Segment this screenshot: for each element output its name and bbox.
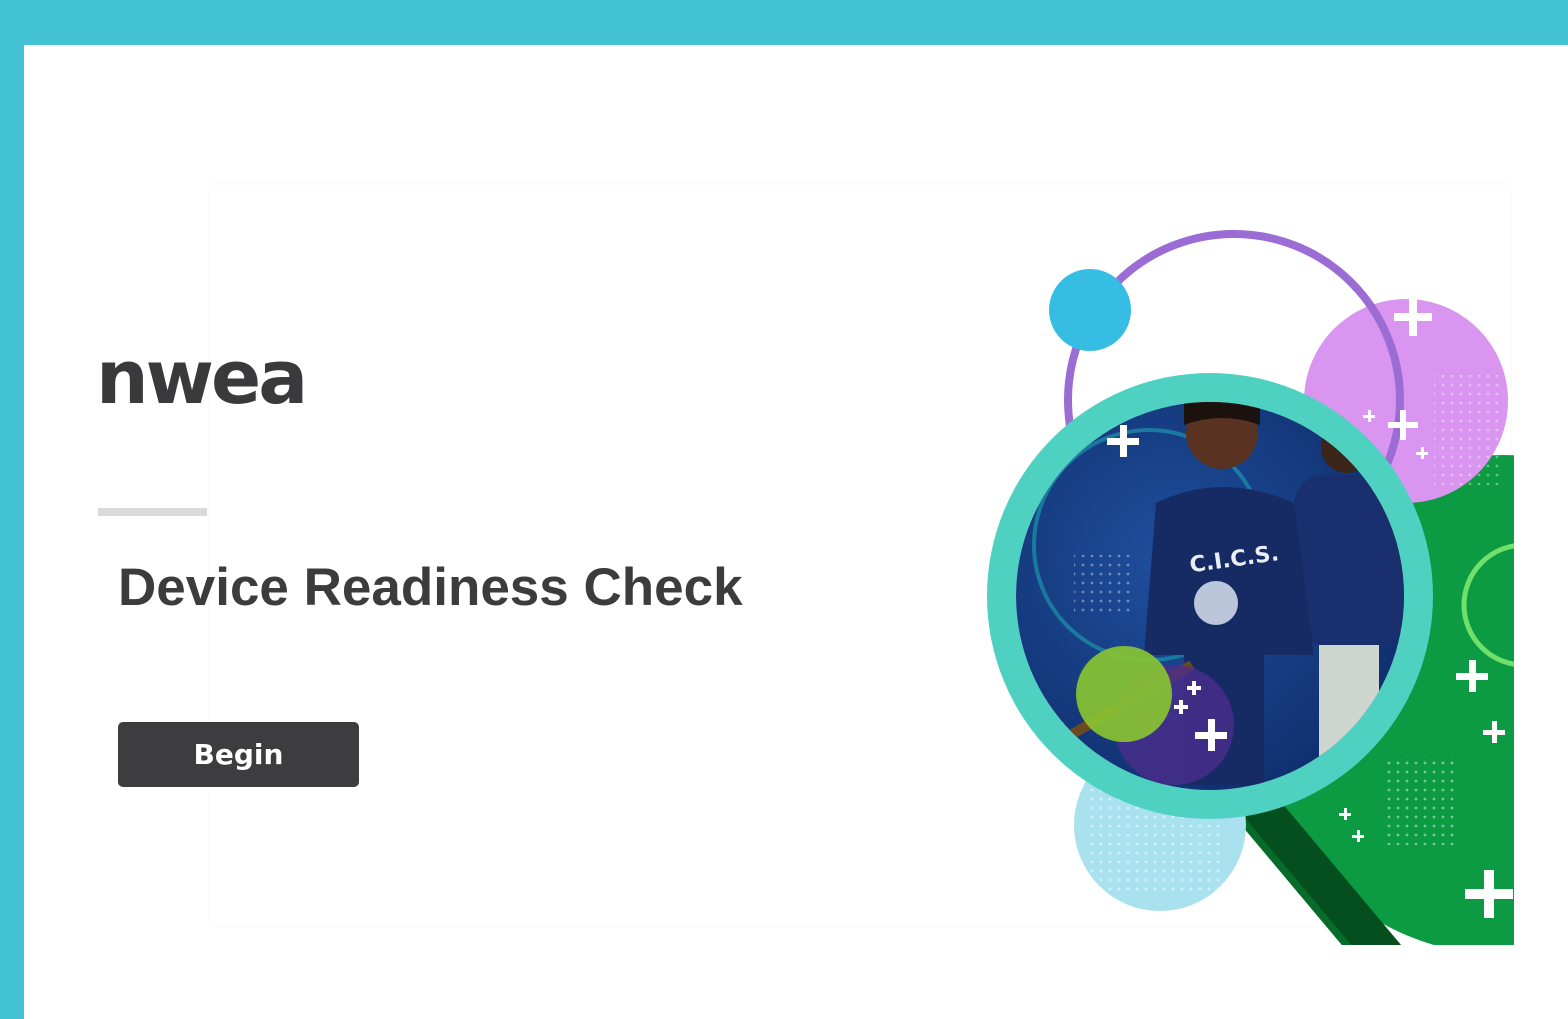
hero-illustration: C.I.C.S. [987,230,1514,945]
begin-button[interactable]: Begin [118,722,359,787]
nwea-logo: nwea [96,335,308,421]
lime-circle [1076,646,1172,742]
page-title: Device Readiness Check [118,558,743,617]
blue-dot [1049,269,1131,351]
main-panel: nwea Device Readiness Check Begin C.I.C.… [24,45,1568,1019]
title-divider [98,508,207,516]
